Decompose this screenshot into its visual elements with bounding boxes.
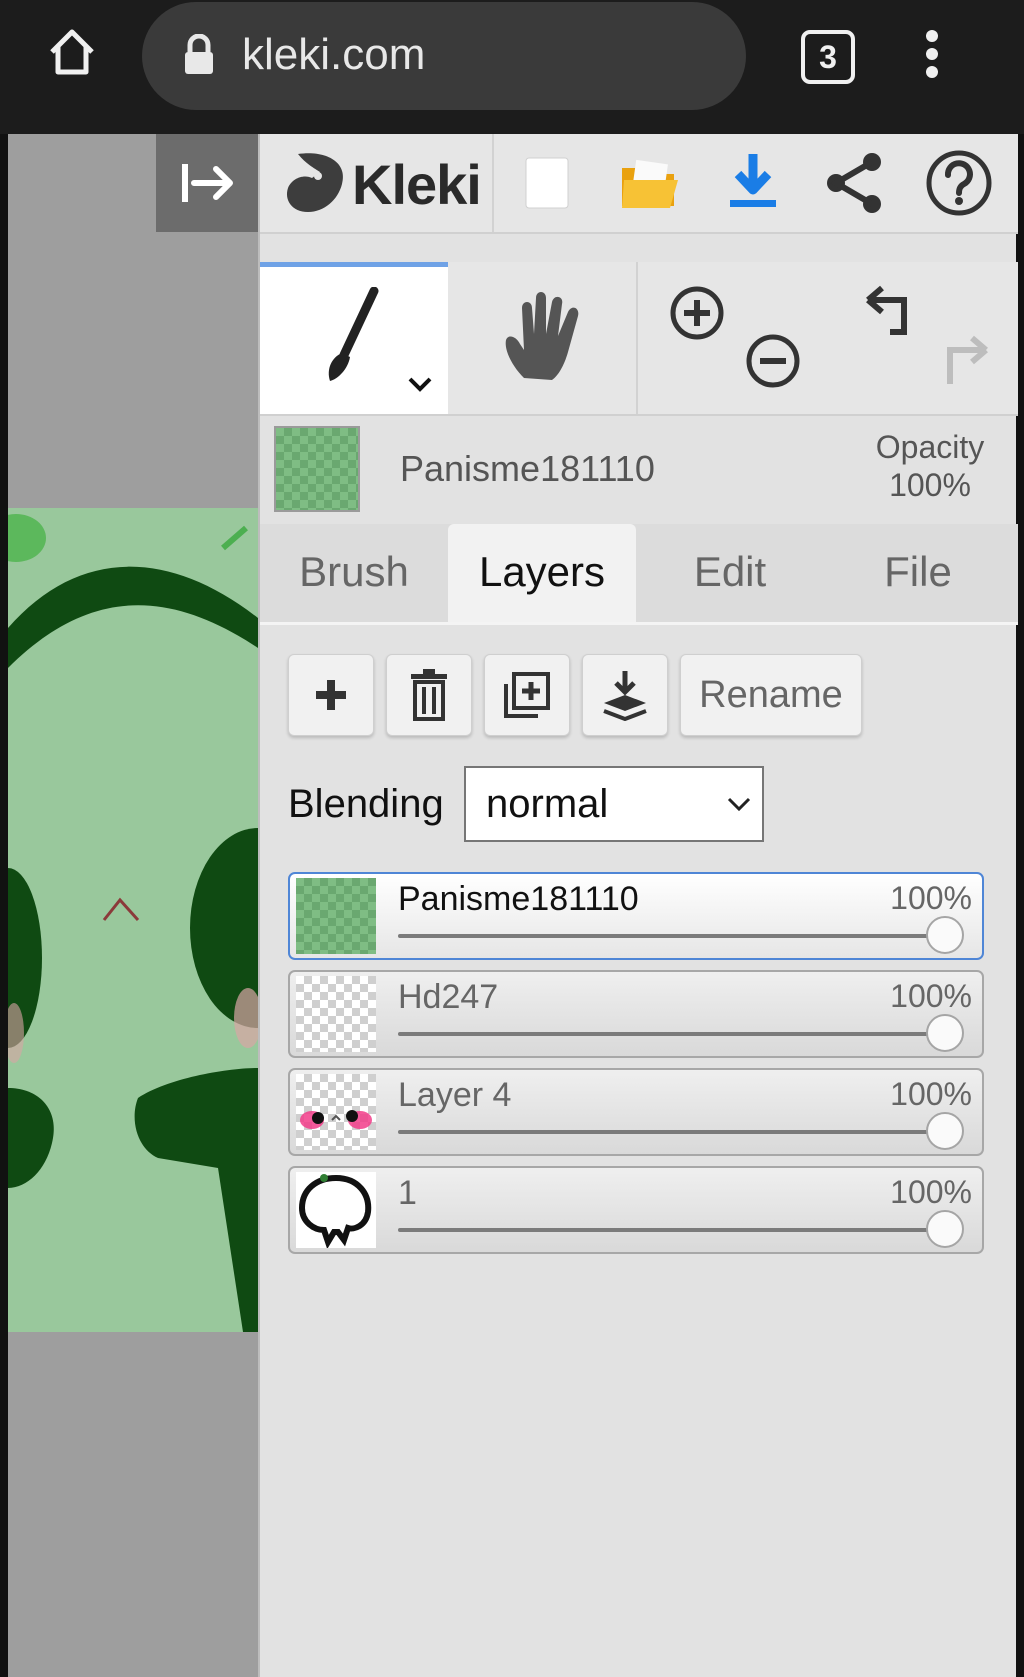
zoom-out-icon[interactable] [744, 332, 802, 390]
redo-icon[interactable] [934, 332, 994, 392]
layer-opacity-slider-track[interactable] [398, 1130, 938, 1134]
chevron-down-icon [727, 797, 751, 812]
layer-opacity-slider-track[interactable] [398, 1228, 938, 1232]
layer-opacity: 100% [890, 880, 972, 916]
brush-tool-button[interactable] [260, 262, 448, 414]
layer-opacity-slider-handle[interactable] [926, 1112, 964, 1150]
address-bar[interactable]: kleki.com [142, 2, 746, 110]
hand-icon [505, 292, 579, 380]
layer-thumbnail [296, 976, 376, 1052]
tab-file[interactable]: File [824, 524, 1012, 622]
face-thumbnail-art [300, 1110, 372, 1129]
sidebar-panel: Kleki Panisme181110 Opacity 100% Brush L… [258, 134, 1018, 1677]
brush-icon [328, 287, 379, 381]
layer-opacity: 100% [890, 1174, 972, 1210]
tab-count-button[interactable]: 3 [801, 30, 855, 84]
screen-edge-left [0, 134, 8, 1677]
hand-tool-button[interactable] [448, 262, 638, 414]
rename-layer-button[interactable]: Rename [680, 654, 862, 736]
menu-dots-icon[interactable] [924, 28, 940, 80]
layer-opacity-slider-handle[interactable] [926, 1210, 964, 1248]
blending-value: normal [486, 782, 609, 826]
layer-item-layer-4[interactable]: Layer 4 100% [288, 1068, 984, 1156]
url-text: kleki.com [242, 30, 426, 79]
layer-name: Layer 4 [398, 1076, 512, 1114]
collapse-sidebar-button[interactable] [156, 134, 258, 232]
outline-thumbnail-art [298, 1174, 372, 1248]
layer-thumbnail [296, 878, 376, 954]
canvas-artwork [8, 514, 258, 1332]
layer-opacity-slider-track[interactable] [398, 1032, 938, 1036]
undo-icon[interactable] [860, 282, 920, 342]
kleki-logo[interactable]: Kleki [260, 134, 494, 232]
canvas-area[interactable] [8, 134, 258, 1677]
chevron-down-icon[interactable] [406, 375, 434, 395]
layer-opacity: 100% [890, 978, 972, 1014]
kleki-logo-icon [286, 153, 343, 212]
drawing-canvas[interactable] [8, 508, 258, 1332]
layer-opacity-slider-track[interactable] [398, 934, 938, 938]
tool-row [260, 262, 1018, 416]
merge-down-icon [603, 671, 647, 721]
current-layer-info: Panisme181110 Opacity 100% [260, 416, 1018, 522]
arrow-right-bar-icon [182, 164, 233, 202]
layer-item-panisme181110[interactable]: Panisme181110 100% [288, 872, 984, 960]
tab-edit[interactable]: Edit [636, 524, 824, 622]
add-layer-icon [316, 680, 346, 710]
opacity-label: Opacity [875, 429, 985, 465]
layer-name: 1 [398, 1174, 417, 1212]
panel-tabs: Brush Layers Edit File [260, 524, 1018, 625]
add-layer-button[interactable] [288, 654, 374, 736]
tab-layers[interactable]: Layers [448, 524, 636, 622]
layer-opacity-slider-handle[interactable] [926, 916, 964, 954]
layer-item-1[interactable]: 1 100% [288, 1166, 984, 1254]
current-layer-thumbnail [274, 426, 360, 512]
share-icon[interactable] [820, 148, 890, 218]
blending-label: Blending [288, 782, 444, 826]
current-layer-name: Panisme181110 [400, 448, 655, 489]
download-icon[interactable] [718, 148, 788, 218]
home-icon[interactable] [46, 26, 98, 78]
delete-layer-icon [411, 669, 447, 721]
layer-name: Hd247 [398, 978, 499, 1016]
logo-text: Kleki [352, 153, 482, 216]
help-icon[interactable] [924, 148, 994, 218]
lock-icon [185, 34, 213, 74]
duplicate-layer-button[interactable] [484, 654, 570, 736]
layer-name: Panisme181110 [398, 880, 639, 918]
zoom-in-icon[interactable] [668, 284, 726, 342]
layer-item-hd247[interactable]: Hd247 100% [288, 970, 984, 1058]
open-folder-icon[interactable] [614, 148, 684, 218]
tab-brush[interactable]: Brush [260, 524, 448, 622]
blending-select[interactable]: normal [464, 766, 764, 842]
browser-toolbar: kleki.com 3 [0, 0, 1024, 134]
opacity-indicator[interactable]: Opacity 100% [870, 428, 990, 504]
layer-opacity-slider-handle[interactable] [926, 1014, 964, 1052]
merge-down-button[interactable] [582, 654, 668, 736]
duplicate-layer-icon [504, 672, 550, 718]
layer-opacity: 100% [890, 1076, 972, 1112]
new-image-icon[interactable] [512, 148, 582, 218]
app-toolbar: Kleki [260, 134, 1018, 234]
layer-thumbnail [296, 1074, 376, 1150]
delete-layer-button[interactable] [386, 654, 472, 736]
opacity-value: 100% [889, 467, 971, 503]
layer-thumbnail [296, 1172, 376, 1248]
